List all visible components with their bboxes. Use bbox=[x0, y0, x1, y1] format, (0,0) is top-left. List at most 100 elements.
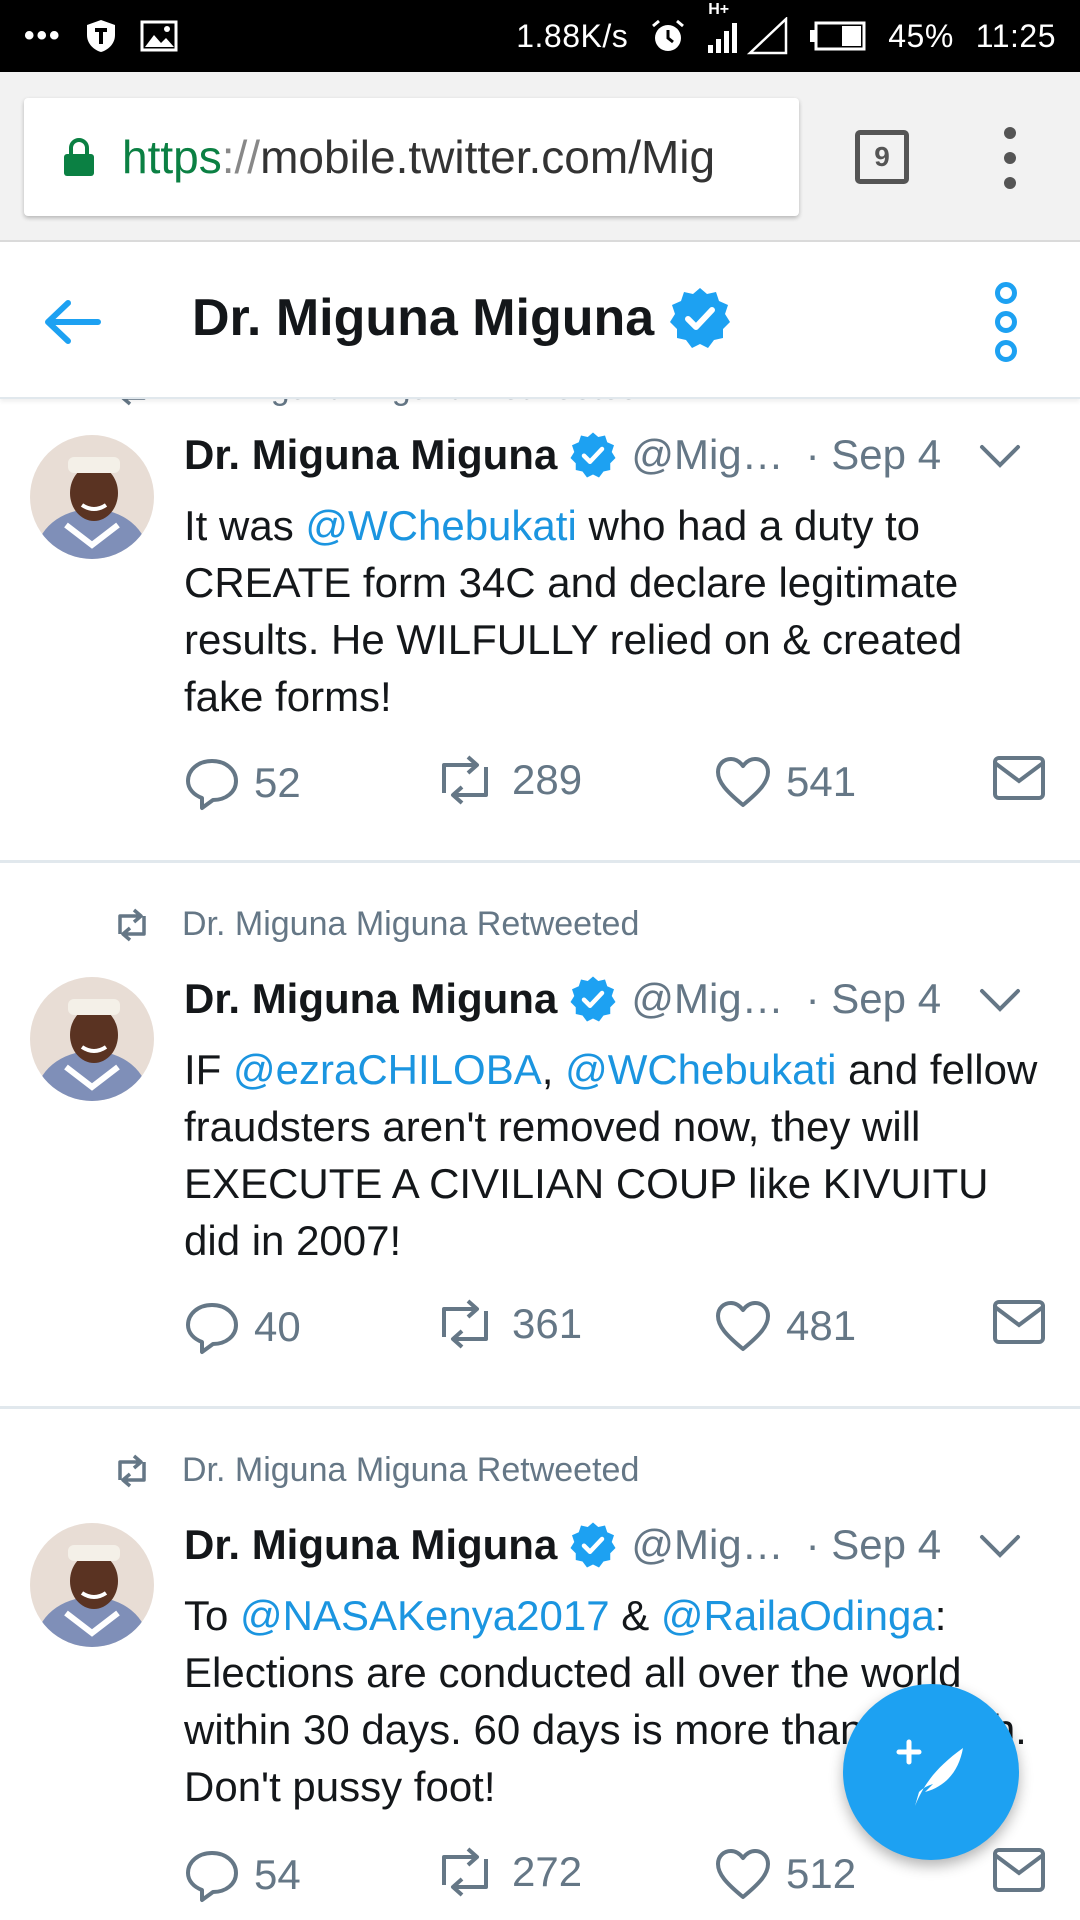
status-bar-left: ••• bbox=[24, 18, 178, 54]
verified-badge-icon bbox=[570, 1522, 616, 1568]
heart-icon bbox=[716, 1849, 770, 1899]
tweet-text: IF @ezraCHILOBA, @WChebukati and fellow … bbox=[184, 1041, 1044, 1269]
direct-message-button[interactable] bbox=[992, 1299, 1046, 1345]
author-handle: @Mig… bbox=[631, 975, 784, 1022]
retweet-button[interactable]: 272 bbox=[432, 1847, 582, 1897]
like-count: 512 bbox=[786, 1850, 857, 1897]
alarm-icon bbox=[652, 19, 685, 51]
reply-icon bbox=[186, 1303, 238, 1354]
tweet-date[interactable]: · Sep 4 bbox=[806, 975, 941, 1023]
chevron-down-icon[interactable] bbox=[978, 435, 1022, 479]
retweet-icon bbox=[442, 1299, 488, 1349]
lock-icon bbox=[64, 138, 94, 176]
mention-link[interactable]: @WChebukati bbox=[305, 502, 576, 549]
author-handle: @Mig… bbox=[631, 1521, 784, 1568]
compose-tweet-button[interactable] bbox=[843, 1684, 1019, 1860]
envelope-icon bbox=[993, 756, 1045, 800]
retweet-icon bbox=[442, 1847, 488, 1897]
tweet-date[interactable]: · Sep 4 bbox=[806, 1521, 941, 1569]
url-host-path: mobile.twitter.com/Mig bbox=[260, 131, 716, 183]
envelope-icon bbox=[993, 1848, 1045, 1892]
tweet-text-segment: & bbox=[609, 1592, 661, 1639]
avatar[interactable] bbox=[30, 1523, 154, 1647]
tweet-text: It was @WChebukati who had a duty to CRE… bbox=[184, 497, 1044, 725]
reply-icon bbox=[186, 1851, 238, 1902]
tab-switcher-button[interactable]: 9 bbox=[855, 130, 909, 184]
tweet-text-segment: To bbox=[184, 1592, 241, 1639]
retweet-context-label[interactable]: Dr. Miguna Miguna Retweeted bbox=[182, 905, 639, 944]
tweet-card[interactable]: Dr. Miguna Miguna Retweeted Dr. Miguna M… bbox=[0, 865, 1080, 1409]
retweet-count: 361 bbox=[512, 1300, 583, 1347]
heart-icon bbox=[716, 757, 770, 807]
mention-link[interactable]: @NASAKenya2017 bbox=[240, 1592, 610, 1639]
tweet-text-segment: It was bbox=[184, 502, 306, 549]
menu-dot bbox=[1004, 152, 1016, 164]
avatar-image bbox=[30, 977, 154, 1101]
image-icon bbox=[140, 20, 178, 52]
avatar-image bbox=[30, 1523, 154, 1647]
status-bar: ••• 1.88K/s H+ 45% 11:25 bbox=[0, 0, 1080, 72]
retweet-icon bbox=[118, 908, 146, 941]
chevron-down-icon[interactable] bbox=[978, 1525, 1022, 1569]
author-name[interactable]: Dr. Miguna Miguna bbox=[184, 431, 557, 479]
like-button[interactable]: 481 bbox=[714, 1299, 856, 1353]
profile-name: Dr. Miguna Miguna bbox=[192, 289, 655, 347]
retweet-count: 289 bbox=[512, 756, 583, 803]
reply-button[interactable]: 52 bbox=[184, 755, 301, 811]
author-name[interactable]: Dr. Miguna Miguna bbox=[184, 1521, 557, 1569]
author-handle: @Mig… bbox=[631, 431, 784, 478]
network-type-label: H+ bbox=[708, 1, 730, 18]
tweet-text-segment: , bbox=[541, 1046, 566, 1093]
retweet-button[interactable]: 361 bbox=[432, 1299, 582, 1349]
tweet-actions: 52 289 541 bbox=[184, 755, 1054, 815]
retweet-button[interactable]: 289 bbox=[432, 755, 582, 805]
url-bar[interactable]: https://mobile.twitter.com/Mig bbox=[24, 98, 799, 216]
shield-app-icon bbox=[86, 20, 115, 52]
battery-icon bbox=[810, 21, 866, 51]
direct-message-button[interactable] bbox=[992, 1847, 1046, 1893]
retweet-icon bbox=[118, 1454, 146, 1487]
menu-dot bbox=[1004, 127, 1016, 139]
reply-icon bbox=[186, 759, 238, 810]
retweet-context-label[interactable]: Dr. Miguna Miguna Retweeted bbox=[182, 1451, 639, 1490]
back-arrow-icon[interactable] bbox=[40, 290, 104, 354]
mention-link[interactable]: @WChebukati bbox=[565, 1046, 836, 1093]
more-dots-icon: ••• bbox=[24, 19, 62, 52]
avatar[interactable] bbox=[30, 435, 154, 559]
network-speed: 1.88K/s bbox=[516, 17, 629, 54]
url-scheme: https bbox=[122, 131, 222, 183]
tweet-actions: 40 361 481 bbox=[184, 1299, 1054, 1359]
more-dot bbox=[995, 311, 1017, 333]
tweet-date[interactable]: · Sep 4 bbox=[806, 431, 941, 479]
tweet-card[interactable]: Dr. Miguna Miguna @Mig… · Sep 4 It was @… bbox=[0, 399, 1080, 863]
reply-count: 54 bbox=[254, 1851, 301, 1898]
tweet-header: Dr. Miguna Miguna @Mig… · Sep 4 bbox=[184, 1521, 1056, 1569]
verified-badge-icon bbox=[570, 432, 616, 478]
url-text[interactable]: https://mobile.twitter.com/Mig bbox=[122, 130, 715, 184]
profile-header: Dr. Miguna Miguna bbox=[0, 242, 1080, 399]
reply-button[interactable]: 40 bbox=[184, 1299, 301, 1355]
direct-message-button[interactable] bbox=[992, 755, 1046, 801]
like-count: 541 bbox=[786, 758, 857, 805]
like-count: 481 bbox=[786, 1302, 857, 1349]
more-options-button[interactable] bbox=[992, 282, 1020, 362]
mention-link[interactable]: @ezraCHILOBA bbox=[233, 1046, 542, 1093]
browser-menu-button[interactable] bbox=[990, 127, 1030, 189]
envelope-icon bbox=[993, 1300, 1045, 1344]
reply-count: 52 bbox=[254, 759, 301, 806]
tab-count: 9 bbox=[874, 141, 890, 172]
mention-link[interactable]: @RailaOdinga bbox=[661, 1592, 935, 1639]
verified-badge-icon bbox=[570, 976, 616, 1022]
menu-dot bbox=[1004, 177, 1016, 189]
author-name[interactable]: Dr. Miguna Miguna bbox=[184, 975, 557, 1023]
like-button[interactable]: 541 bbox=[714, 755, 856, 809]
chevron-down-icon[interactable] bbox=[978, 979, 1022, 1023]
retweet-context: Dr. Miguna Miguna Retweeted bbox=[112, 905, 639, 944]
compose-feather-icon bbox=[896, 1739, 963, 1806]
url-separator: :// bbox=[221, 131, 261, 183]
like-button[interactable]: 512 bbox=[714, 1847, 856, 1901]
tweet-text-segment: IF bbox=[184, 1046, 233, 1093]
reply-button[interactable]: 54 bbox=[184, 1847, 301, 1903]
page-title: Dr. Miguna Miguna bbox=[192, 286, 732, 350]
avatar[interactable] bbox=[30, 977, 154, 1101]
